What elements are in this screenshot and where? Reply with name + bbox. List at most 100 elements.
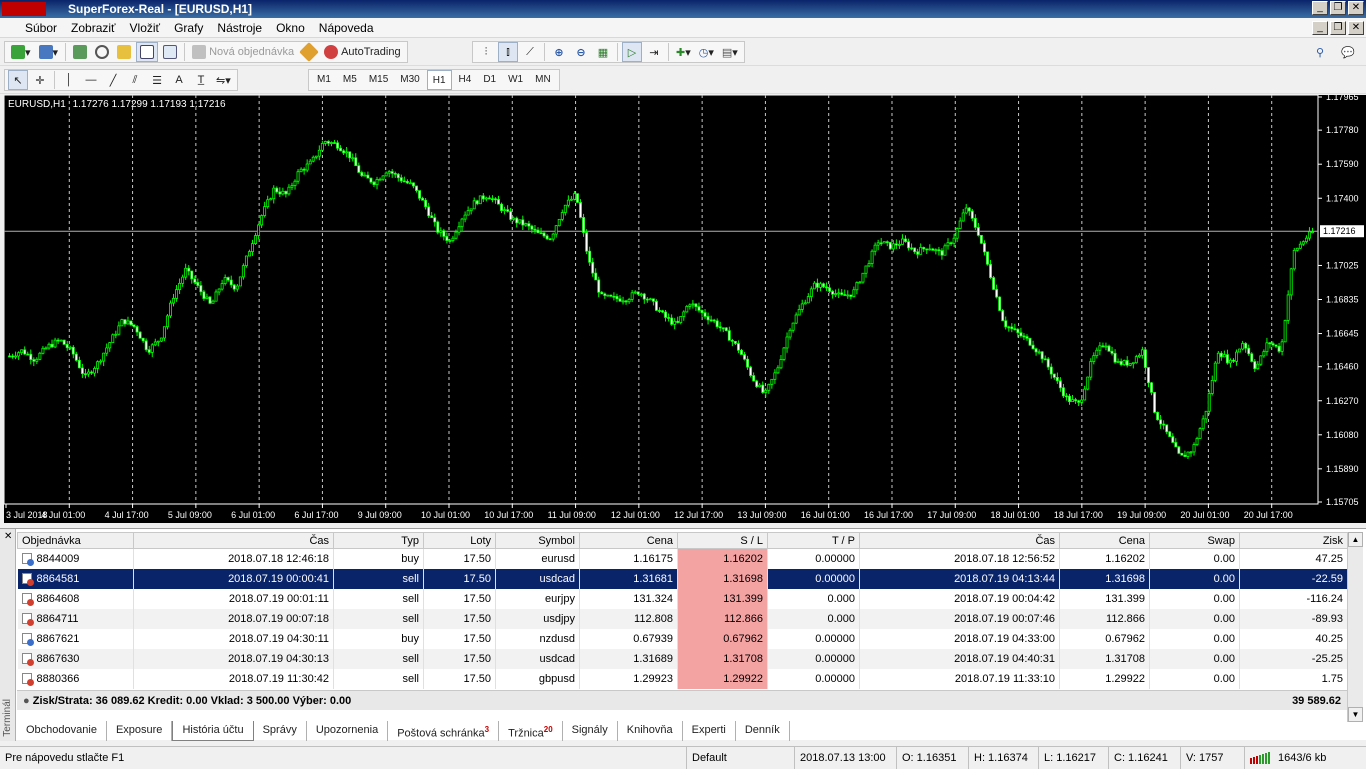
timeframe-m30[interactable]: M30 <box>395 70 424 90</box>
trendline-tool[interactable]: ╱ <box>103 70 123 90</box>
status-profile[interactable]: Default <box>686 747 794 769</box>
text-tool[interactable]: A <box>169 70 189 90</box>
auto-scroll-button[interactable]: ▷ <box>622 42 642 62</box>
candle-body <box>976 227 980 236</box>
menu-insert[interactable]: Vložiť <box>123 21 168 35</box>
child-close-button[interactable]: ✕ <box>1348 21 1364 35</box>
column-header[interactable]: S / L <box>677 532 768 549</box>
menu-file[interactable]: Súbor <box>18 21 64 35</box>
table-row[interactable]: 8864711 2018.07.19 00:07:18 sell 17.50 usdjp… <box>17 608 1348 629</box>
table-row[interactable]: 8864608 2018.07.19 00:01:11 sell 17.50 eurjp… <box>17 588 1348 609</box>
templates-button[interactable]: ▤ ▾ <box>719 42 741 62</box>
tile-windows-button[interactable]: ▦ <box>593 42 613 62</box>
price-chart[interactable]: 3 Jul 2018 4 Jul 01:00 4 Jul 17:00 5 Jul 09… <box>4 95 1366 523</box>
metaeditor-button[interactable] <box>299 42 319 62</box>
table-row[interactable]: 8867630 2018.07.19 04:30:13 sell 17.50 usdca… <box>17 648 1348 669</box>
timeframe-mn[interactable]: MN <box>530 70 556 90</box>
text-label-tool[interactable]: T̲ <box>191 70 211 90</box>
tab-5[interactable]: Poštová schránka3 <box>388 721 500 741</box>
candlestick-button[interactable]: ⫾ <box>498 42 518 62</box>
table-scrollbar[interactable]: ▲ ▼ <box>1347 532 1363 722</box>
menu-view[interactable]: Zobraziť <box>64 21 123 35</box>
candle-body <box>96 361 100 369</box>
profiles-button[interactable]: ▾ <box>36 42 62 62</box>
column-header[interactable]: Objednávka <box>17 532 134 549</box>
tab-9[interactable]: Experti <box>683 721 736 741</box>
timeframe-h1[interactable]: H1 <box>426 70 452 90</box>
tab-6[interactable]: Tržnica20 <box>499 721 563 741</box>
timeframe-m5[interactable]: M5 <box>338 70 362 90</box>
status-traffic-cell[interactable]: 1643/6 kb <box>1244 747 1366 769</box>
tab-10[interactable]: Denník <box>736 721 790 741</box>
cursor-icon: ↖ <box>13 74 23 87</box>
column-header[interactable]: Čas <box>133 532 334 549</box>
zoom-out-button[interactable]: ⊖ <box>571 42 591 62</box>
fibonacci-tool[interactable]: ☰ <box>147 70 167 90</box>
timeframe-m15[interactable]: M15 <box>364 70 393 90</box>
column-header[interactable]: Zisk <box>1239 532 1348 549</box>
menu-window[interactable]: Okno <box>269 21 312 35</box>
menu-tools[interactable]: Nástroje <box>210 21 269 35</box>
timeframe-h4[interactable]: H4 <box>454 70 477 90</box>
horizontal-line-tool[interactable]: ― <box>81 70 101 90</box>
column-header[interactable]: T / P <box>767 532 860 549</box>
chart-shift-button[interactable]: ⇥ <box>644 42 664 62</box>
autotrading-button[interactable]: AutoTrading <box>321 42 404 62</box>
table-row[interactable]: 8867621 2018.07.19 04:30:11 buy 17.50 nzdusd… <box>17 628 1348 649</box>
timeframe-d1[interactable]: D1 <box>478 70 501 90</box>
zoom-in-button[interactable]: ⊕ <box>549 42 569 62</box>
search-button[interactable]: ⚲ <box>1310 42 1330 62</box>
crosshair-tool[interactable]: ✛ <box>30 70 50 90</box>
navigator-button[interactable] <box>114 42 134 62</box>
chat-button[interactable]: 💬 <box>1338 42 1358 62</box>
column-header[interactable]: Cena <box>579 532 678 549</box>
terminal-button[interactable] <box>136 42 159 62</box>
tab-1[interactable]: Exposure <box>107 721 173 741</box>
chart-canvas[interactable]: 3 Jul 20184 Jul 01:00 4 Jul 17:00 5 Jul 09… <box>4 95 1366 523</box>
tab-8[interactable]: Knihovňa <box>618 721 683 741</box>
tab-7[interactable]: Signály <box>563 721 618 741</box>
new-order-button[interactable]: Nová objednávka <box>189 42 297 62</box>
vertical-line-tool[interactable]: │ <box>59 70 79 90</box>
table-row[interactable]: 8864581 2018.07.19 00:00:41 sell 17.50 usdca… <box>17 568 1348 589</box>
column-header[interactable]: Typ <box>333 532 424 549</box>
child-restore-button[interactable]: ❐ <box>1330 21 1346 35</box>
minimize-button[interactable]: _ <box>1312 1 1328 15</box>
cursor-tool[interactable]: ↖ <box>8 70 28 90</box>
tab-4[interactable]: Upozornenia <box>307 721 389 741</box>
scroll-down-arrow[interactable]: ▼ <box>1348 707 1363 722</box>
candle-body <box>730 339 734 342</box>
timeframe-w1[interactable]: W1 <box>503 70 528 90</box>
child-minimize-button[interactable]: _ <box>1312 21 1328 35</box>
periods-button[interactable]: ◷ ▾ <box>696 42 717 62</box>
terminal-close-icon[interactable]: ✕ <box>4 531 12 542</box>
candle-body <box>812 282 816 290</box>
market-watch-button[interactable] <box>70 42 90 62</box>
table-row[interactable]: 8880366 2018.07.19 11:30:42 sell 17.50 gbpus… <box>17 668 1348 689</box>
arrows-tool[interactable]: ⇋ ▾ <box>213 70 234 90</box>
data-window-button[interactable] <box>92 42 112 62</box>
strategy-tester-button[interactable] <box>160 42 180 62</box>
tab-0[interactable]: Obchodovanie <box>17 721 107 741</box>
tab-3[interactable]: Správy <box>254 721 307 741</box>
cell-value: 8867621 <box>36 632 80 645</box>
timeframe-m1[interactable]: M1 <box>312 70 336 90</box>
scroll-up-arrow[interactable]: ▲ <box>1348 532 1363 547</box>
table-row[interactable]: 8844009 2018.07.18 12:46:18 buy 17.50 eurusd… <box>17 548 1348 569</box>
line-chart-button[interactable]: ⟋ <box>520 42 540 62</box>
restore-button[interactable]: ❐ <box>1330 1 1346 15</box>
column-header[interactable]: Symbol <box>495 532 580 549</box>
menu-help[interactable]: Nápoveda <box>312 21 381 35</box>
menu-charts[interactable]: Grafy <box>167 21 210 35</box>
equidistant-channel-tool[interactable]: ⫽ <box>125 70 145 90</box>
column-header[interactable]: Čas <box>859 532 1060 549</box>
column-header[interactable]: Loty <box>423 532 496 549</box>
column-header[interactable]: Cena <box>1059 532 1150 549</box>
candle-body <box>530 225 534 230</box>
new-chart-button[interactable]: ▾ <box>8 42 34 62</box>
indicators-button[interactable]: ✚ ▾ <box>673 42 694 62</box>
bar-chart-button[interactable]: ⫶ <box>476 42 496 62</box>
tab-2[interactable]: História účtu <box>172 721 254 741</box>
close-button[interactable]: ✕ <box>1348 1 1364 15</box>
column-header[interactable]: Swap <box>1149 532 1240 549</box>
